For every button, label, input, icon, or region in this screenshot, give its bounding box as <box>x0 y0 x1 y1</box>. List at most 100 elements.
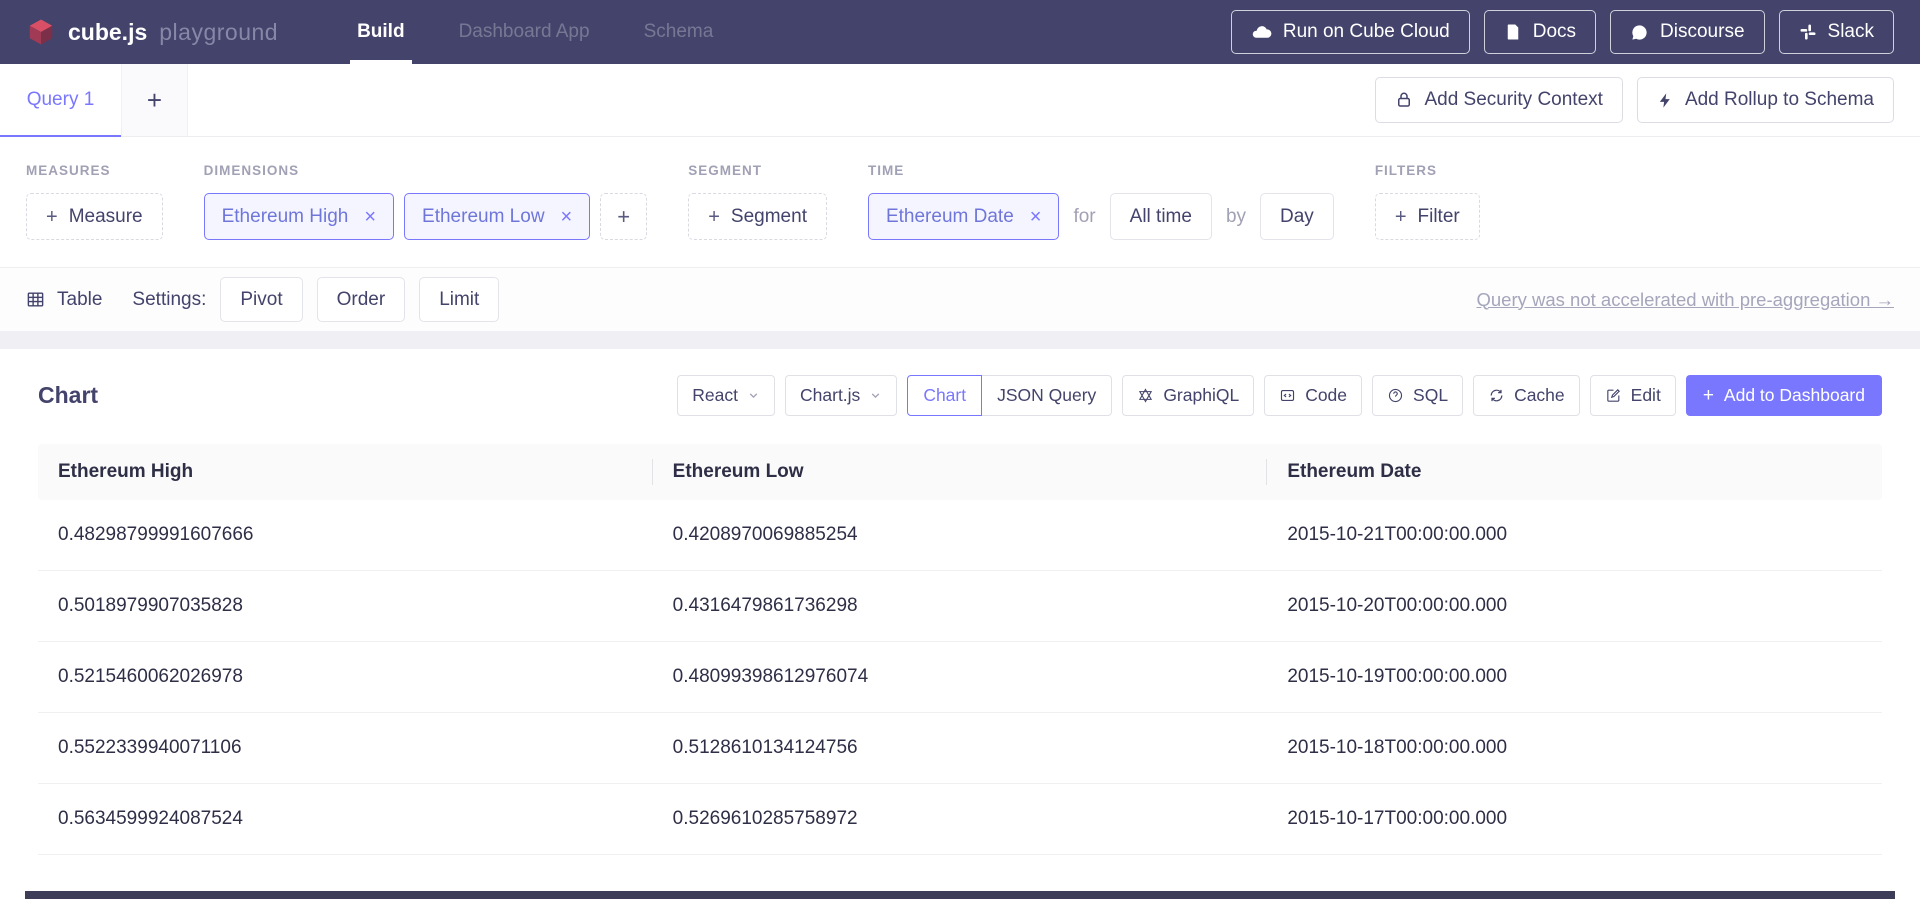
tab-json-query[interactable]: JSON Query <box>981 375 1112 416</box>
add-to-dashboard-button[interactable]: + Add to Dashboard <box>1686 375 1882 416</box>
add-filter-button[interactable]: + Filter <box>1375 193 1480 240</box>
brand[interactable]: cube.js playground <box>26 17 278 47</box>
plus-icon: + <box>147 85 162 116</box>
query-builder: MEASURES + Measure DIMENSIONS Ethereum H… <box>0 137 1920 267</box>
add-measure-button[interactable]: + Measure <box>26 193 163 240</box>
nav-item-schema[interactable]: Schema <box>617 0 741 64</box>
run-on-cube-cloud-button[interactable]: Run on Cube Cloud <box>1231 10 1470 54</box>
cache-button[interactable]: Cache <box>1473 375 1580 416</box>
add-dimension-button[interactable]: + <box>600 193 647 240</box>
plus-icon: + <box>708 207 720 227</box>
table-row: 0.5215460062026978 0.48099398612976074 2… <box>38 642 1882 713</box>
discourse-label: Discourse <box>1660 21 1744 43</box>
close-icon[interactable]: × <box>1030 207 1042 227</box>
slack-button[interactable]: Slack <box>1779 10 1894 54</box>
nav-item-build-label: Build <box>357 21 405 43</box>
run-on-cube-cloud-label: Run on Cube Cloud <box>1283 21 1450 43</box>
add-security-context-button[interactable]: Add Security Context <box>1375 77 1622 123</box>
sql-button[interactable]: SQL <box>1372 375 1463 416</box>
nav-item-build[interactable]: Build <box>330 0 432 64</box>
cell-ethereum-date: 2015-10-21T00:00:00.000 <box>1267 500 1882 571</box>
filters-heading: FILTERS <box>1375 163 1480 178</box>
dimension-chip-label: Ethereum High <box>222 206 349 228</box>
plus-icon: + <box>1395 207 1407 227</box>
limit-button[interactable]: Limit <box>419 277 499 322</box>
refresh-icon <box>1488 387 1505 404</box>
pivot-label: Pivot <box>240 289 282 311</box>
library-select[interactable]: Chart.js <box>785 375 897 416</box>
code-button[interactable]: Code <box>1264 375 1362 416</box>
graphiql-label: GraphiQL <box>1163 385 1239 406</box>
brand-suffix: playground <box>159 19 278 46</box>
order-button[interactable]: Order <box>317 277 406 322</box>
cell-ethereum-date: 2015-10-17T00:00:00.000 <box>1267 784 1882 855</box>
lock-icon <box>1395 91 1413 109</box>
tab-chart[interactable]: Chart <box>907 375 982 416</box>
add-rollup-to-schema-button[interactable]: Add Rollup to Schema <box>1637 77 1894 123</box>
tab-query-1[interactable]: Query 1 <box>0 64 122 136</box>
code-label: Code <box>1305 385 1347 406</box>
time-heading: TIME <box>868 163 1334 178</box>
tab-query-1-label: Query 1 <box>27 89 95 111</box>
granularity-button[interactable]: Day <box>1260 193 1334 240</box>
order-label: Order <box>337 289 386 311</box>
results-table: Ethereum High Ethereum Low Ethereum Date… <box>38 444 1882 855</box>
cell-ethereum-date: 2015-10-20T00:00:00.000 <box>1267 571 1882 642</box>
bottom-strip <box>25 891 1895 899</box>
filters-group: FILTERS + Filter <box>1375 163 1480 267</box>
docs-label: Docs <box>1533 21 1576 43</box>
graphql-icon <box>1137 387 1154 404</box>
cell-ethereum-low: 0.4316479861736298 <box>653 571 1268 642</box>
column-header-label: Ethereum Date <box>1287 461 1421 482</box>
app-root: cube.js playground Build Dashboard App S… <box>0 0 1920 899</box>
table-view-toggle[interactable]: Table <box>26 289 102 311</box>
time-group: TIME Ethereum Date × for All time by Day <box>868 163 1334 267</box>
sql-label: SQL <box>1413 385 1448 406</box>
segment-group: SEGMENT + Segment <box>688 163 827 267</box>
chart-panel: Chart React Chart.js Chart <box>0 349 1920 899</box>
by-word: by <box>1226 206 1246 228</box>
docs-button[interactable]: Docs <box>1484 10 1596 54</box>
table-icon <box>26 290 45 309</box>
dimension-chip-ethereum-high[interactable]: Ethereum High × <box>204 193 394 240</box>
add-segment-button[interactable]: + Segment <box>688 193 827 240</box>
nav-item-dashboard-app[interactable]: Dashboard App <box>432 0 617 64</box>
column-header-ethereum-high[interactable]: Ethereum High <box>38 444 653 500</box>
slack-icon <box>1799 23 1817 41</box>
table-row: 0.5018979907035828 0.4316479861736298 20… <box>38 571 1882 642</box>
slack-label: Slack <box>1828 21 1874 43</box>
tab-json-query-label: JSON Query <box>997 385 1096 406</box>
granularity-label: Day <box>1280 206 1314 228</box>
framework-select[interactable]: React <box>677 375 775 416</box>
main-nav: Build Dashboard App Schema <box>330 0 740 64</box>
add-filter-label: Filter <box>1418 206 1460 228</box>
sql-icon <box>1387 387 1404 404</box>
edit-button[interactable]: Edit <box>1590 375 1676 416</box>
measures-group: MEASURES + Measure <box>26 163 163 267</box>
limit-label: Limit <box>439 289 479 311</box>
time-dimension-chip[interactable]: Ethereum Date × <box>868 193 1059 240</box>
dimensions-group: DIMENSIONS Ethereum High × Ethereum Low … <box>204 163 648 267</box>
cell-ethereum-date: 2015-10-18T00:00:00.000 <box>1267 713 1882 784</box>
view-toggle-group: Chart JSON Query <box>907 375 1112 416</box>
close-icon[interactable]: × <box>364 207 376 227</box>
discourse-button[interactable]: Discourse <box>1610 10 1764 54</box>
discourse-icon <box>1630 23 1649 42</box>
column-header-ethereum-date[interactable]: Ethereum Date <box>1267 444 1882 500</box>
add-query-tab-button[interactable]: + <box>122 64 188 136</box>
date-range-button[interactable]: All time <box>1110 193 1212 240</box>
library-select-value: Chart.js <box>800 385 860 406</box>
cell-ethereum-low: 0.5128610134124756 <box>653 713 1268 784</box>
code-icon <box>1279 387 1296 404</box>
cell-ethereum-date: 2015-10-19T00:00:00.000 <box>1267 642 1882 713</box>
cubejs-logo-icon <box>26 17 56 47</box>
column-header-ethereum-low[interactable]: Ethereum Low <box>653 444 1268 500</box>
dimension-chip-ethereum-low[interactable]: Ethereum Low × <box>404 193 590 240</box>
close-icon[interactable]: × <box>561 207 573 227</box>
graphiql-button[interactable]: GraphiQL <box>1122 375 1254 416</box>
preaggregation-link[interactable]: Query was not accelerated with pre-aggre… <box>1477 289 1895 311</box>
cloud-icon <box>1251 22 1272 43</box>
table-row: 0.5522339940071106 0.5128610134124756 20… <box>38 713 1882 784</box>
pivot-button[interactable]: Pivot <box>220 277 302 322</box>
navbar-actions: Run on Cube Cloud Docs Discourse <box>1231 10 1894 54</box>
